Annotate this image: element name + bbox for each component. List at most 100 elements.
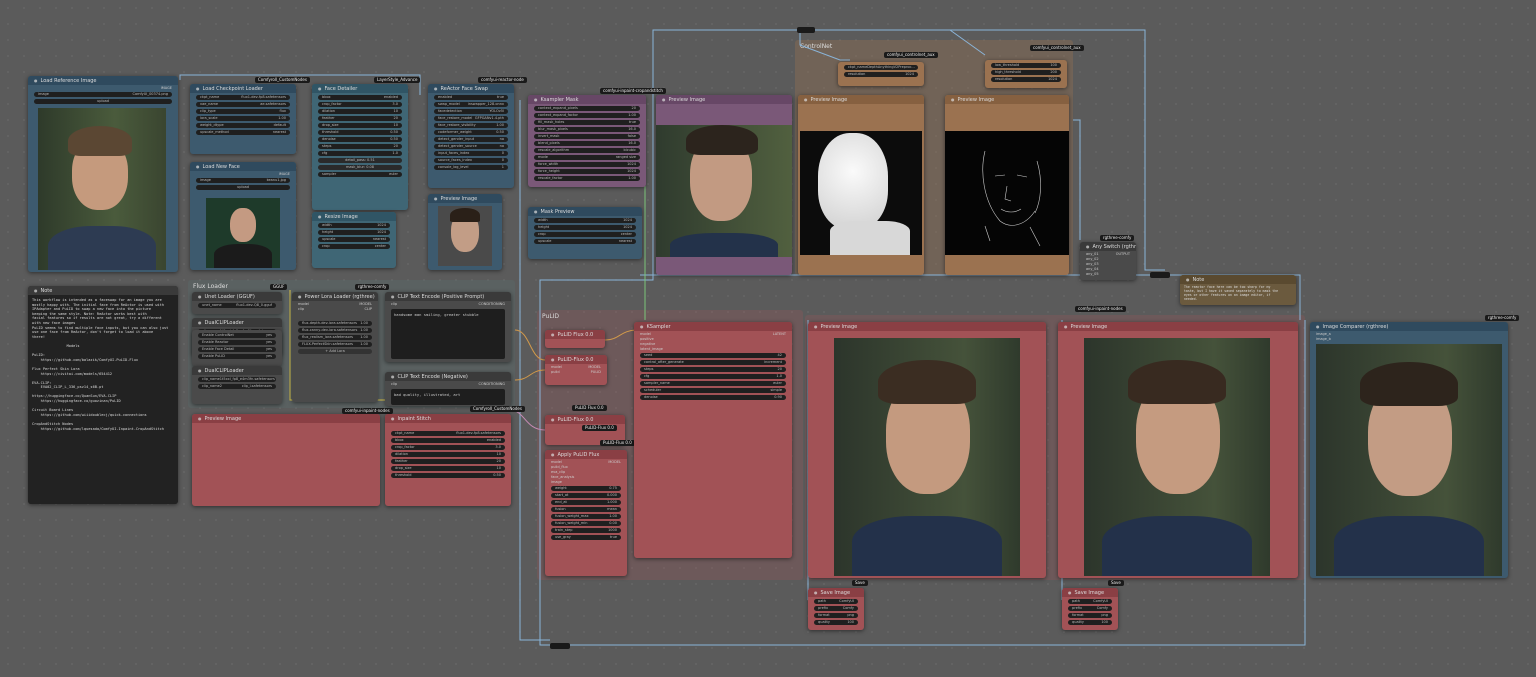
lora-item[interactable]: flux-depth-dev-lora.safetensors 1.00 (298, 321, 372, 326)
widget[interactable]: fusion mean (551, 507, 621, 512)
widget[interactable]: dilation 10 (391, 452, 505, 457)
socket[interactable]: negative (640, 342, 786, 346)
widget[interactable]: upscale nearest (534, 239, 636, 244)
controlnet-canny-node[interactable]: low_threshold 100 high_threshold 200 resol… (985, 60, 1067, 88)
widget[interactable]: low_threshold 100 (991, 63, 1061, 68)
inpaint-crop-node[interactable]: Ksampler Mask context_expand_pixels20 co… (528, 95, 646, 187)
widget[interactable]: resolution 1024 (991, 77, 1061, 82)
result-preview-b-node[interactable]: Preview Image (1058, 322, 1298, 578)
preview-crop-node[interactable]: Preview Image (656, 95, 792, 275)
reroute-node[interactable] (797, 27, 815, 33)
widget[interactable]: force_width 1024 (534, 162, 640, 167)
widget[interactable]: upscale nearest (318, 237, 390, 242)
input-image-a[interactable]: image_a (1316, 332, 1502, 336)
widget[interactable]: crop center (534, 232, 636, 237)
output-conditioning[interactable]: clip CONDITIONING (391, 382, 505, 386)
widget[interactable]: threshold 0.50 (391, 473, 505, 478)
image-select[interactable]: image keanu1.jpg (196, 178, 290, 183)
input-image-b[interactable]: image_b (1316, 337, 1502, 341)
widget[interactable]: ckpt_name flux1-dev-fp8.safetensors (391, 431, 505, 436)
widget[interactable]: seed 42 (640, 353, 786, 358)
socket[interactable]: face_analysis (551, 475, 621, 479)
widget[interactable]: face_restore_model GFPGANv1.4.pth (434, 116, 508, 121)
widget[interactable]: control_after_generate increment (640, 360, 786, 365)
widget[interactable]: fusion_weight_min 0.00 (551, 521, 621, 526)
widget[interactable]: fusion_weight_max 1.00 (551, 514, 621, 519)
reroute-node[interactable] (1150, 272, 1170, 278)
input-socket[interactable]: any_01 OUTPUT (1086, 252, 1130, 256)
widget[interactable]: path ComfyUI (814, 599, 858, 604)
canny-preview-node[interactable]: Preview Image (945, 95, 1069, 275)
widget[interactable]: denoise 0.90 (640, 395, 786, 400)
widget[interactable]: detect_gender_source no (434, 144, 508, 149)
widget[interactable]: clip_name1t5xxl_fp8_e4m3fn.safetensors (198, 377, 276, 382)
widget[interactable]: cfg 1.0 (640, 374, 786, 379)
socket[interactable]: image (551, 480, 621, 484)
pulid-model-loader-node[interactable]: PuLID Flux 0.0 (545, 330, 605, 348)
widget[interactable]: high_threshold 200 (991, 70, 1061, 75)
widget[interactable]: detect_gender_input no (434, 137, 508, 142)
widget[interactable]: rescale_factor 1.00 (534, 176, 640, 181)
socket[interactable]: model LATENT (640, 332, 786, 336)
widget[interactable]: drop_size 10 (391, 466, 505, 471)
widget[interactable]: source_faces_index 0 (434, 158, 508, 163)
widget-lora[interactable]: lora_scale 1.00 (196, 116, 290, 121)
face-detailer-node[interactable]: Face Detailer bboxenabled crop_factor3.0… (312, 84, 408, 210)
note-small-text[interactable]: The reactor face here can be too sharp f… (1180, 284, 1296, 302)
save-image-a-node[interactable]: Save Image pathComfyUI prefixComfy forma… (808, 588, 864, 630)
image-select[interactable]: image ComfyUI_00374.png (34, 92, 172, 97)
socket[interactable]: pulid PULID (551, 370, 601, 374)
widget[interactable]: dilation 10 (318, 109, 402, 114)
widget[interactable]: train_step 1000 (551, 528, 621, 533)
toggle-controlnet[interactable]: Enable ControlNet yes (198, 333, 276, 338)
result-preview-a-node[interactable]: Preview Image (808, 322, 1046, 578)
widget-box[interactable]: mask_blur: 0.08 (318, 165, 402, 170)
widget[interactable]: codeformer_weight 0.50 (434, 130, 508, 135)
widget[interactable]: width 1024 (534, 218, 636, 223)
widget[interactable]: feather 20 (318, 116, 402, 121)
positive-prompt-node[interactable]: CLIP Text Encode (Positive Prompt) clipC… (385, 292, 511, 362)
mask-preview-node[interactable]: Mask Preview width1024 height1024 cropce… (528, 207, 642, 259)
toggle-pulid[interactable]: Enable PuLID yes (198, 354, 276, 359)
widget[interactable]: crop_factor 3.0 (391, 445, 505, 450)
widget-vae[interactable]: vae_name ae.safetensors (196, 102, 290, 107)
widget[interactable]: use_gray true (551, 535, 621, 540)
widget[interactable]: rescale_algorithm bicubic (534, 148, 640, 153)
widget[interactable]: force_height 1024 (534, 169, 640, 174)
widget[interactable]: cfg 1.0 (318, 151, 402, 156)
depth-preview-node[interactable]: Preview Image (798, 95, 924, 275)
widget[interactable]: drop_size 10 (318, 123, 402, 128)
socket[interactable]: pulid_flux (551, 465, 621, 469)
power-lora-loader-node[interactable]: Power Lora Loader (rgthree) modelMODEL c… (292, 292, 378, 402)
widget-upscale[interactable]: upscale_method nearest (196, 130, 290, 135)
widget[interactable]: enabled true (434, 95, 508, 100)
widget[interactable]: context_expand_pixels 20 (534, 106, 640, 111)
add-lora-button[interactable]: + Add Lora (298, 349, 372, 354)
socket-clip[interactable]: clip CLIP (298, 307, 372, 311)
note-main-text[interactable]: This workflow is intended as a faceswap … (28, 295, 178, 504)
socket[interactable]: latent_image (640, 347, 786, 351)
widget[interactable]: sampler euler (318, 172, 402, 177)
widget[interactable]: unet_name flux1-dev-Q8_0.gguf (198, 303, 276, 308)
widget-dtype[interactable]: weight_dtype default (196, 123, 290, 128)
widget[interactable]: invert_mask false (534, 134, 640, 139)
widget[interactable]: crop center (318, 244, 390, 249)
face-detailer-output-node[interactable]: Preview Image (192, 414, 380, 506)
widget[interactable]: bbox enabled (318, 95, 402, 100)
upload-button[interactable]: upload (34, 99, 172, 104)
widget-ckpt[interactable]: ckpt_name flux1-dev-fp8.safetensors (196, 95, 290, 100)
widget[interactable]: steps 20 (318, 144, 402, 149)
widget[interactable]: prefix Comfy (1068, 606, 1112, 611)
widget[interactable]: denoise 0.50 (318, 137, 402, 142)
widget[interactable]: height 1024 (534, 225, 636, 230)
socket[interactable]: model MODEL (551, 460, 621, 464)
load-reference-image-node[interactable]: Load Reference Image IMAGE imageComfyUI_… (28, 76, 178, 272)
widget[interactable]: facedetection YOLOv5l (434, 109, 508, 114)
input-socket[interactable]: any_03 (1086, 262, 1130, 266)
widget[interactable]: fill_mask_holes true (534, 120, 640, 125)
widget[interactable]: mode ranged size (534, 155, 640, 160)
widget[interactable]: blend_pixels 16.0 (534, 141, 640, 146)
checkpoint-loader-node[interactable]: Load Checkpoint Loader ckpt_nameflux1-de… (190, 84, 296, 154)
load-new-face-node[interactable]: Load New Face IMAGE imagekeanu1.jpg uplo… (190, 162, 296, 270)
pulid-eva-clip-node[interactable]: PuLID-Flux 0.0 modelMODEL pulidPULID (545, 355, 607, 385)
